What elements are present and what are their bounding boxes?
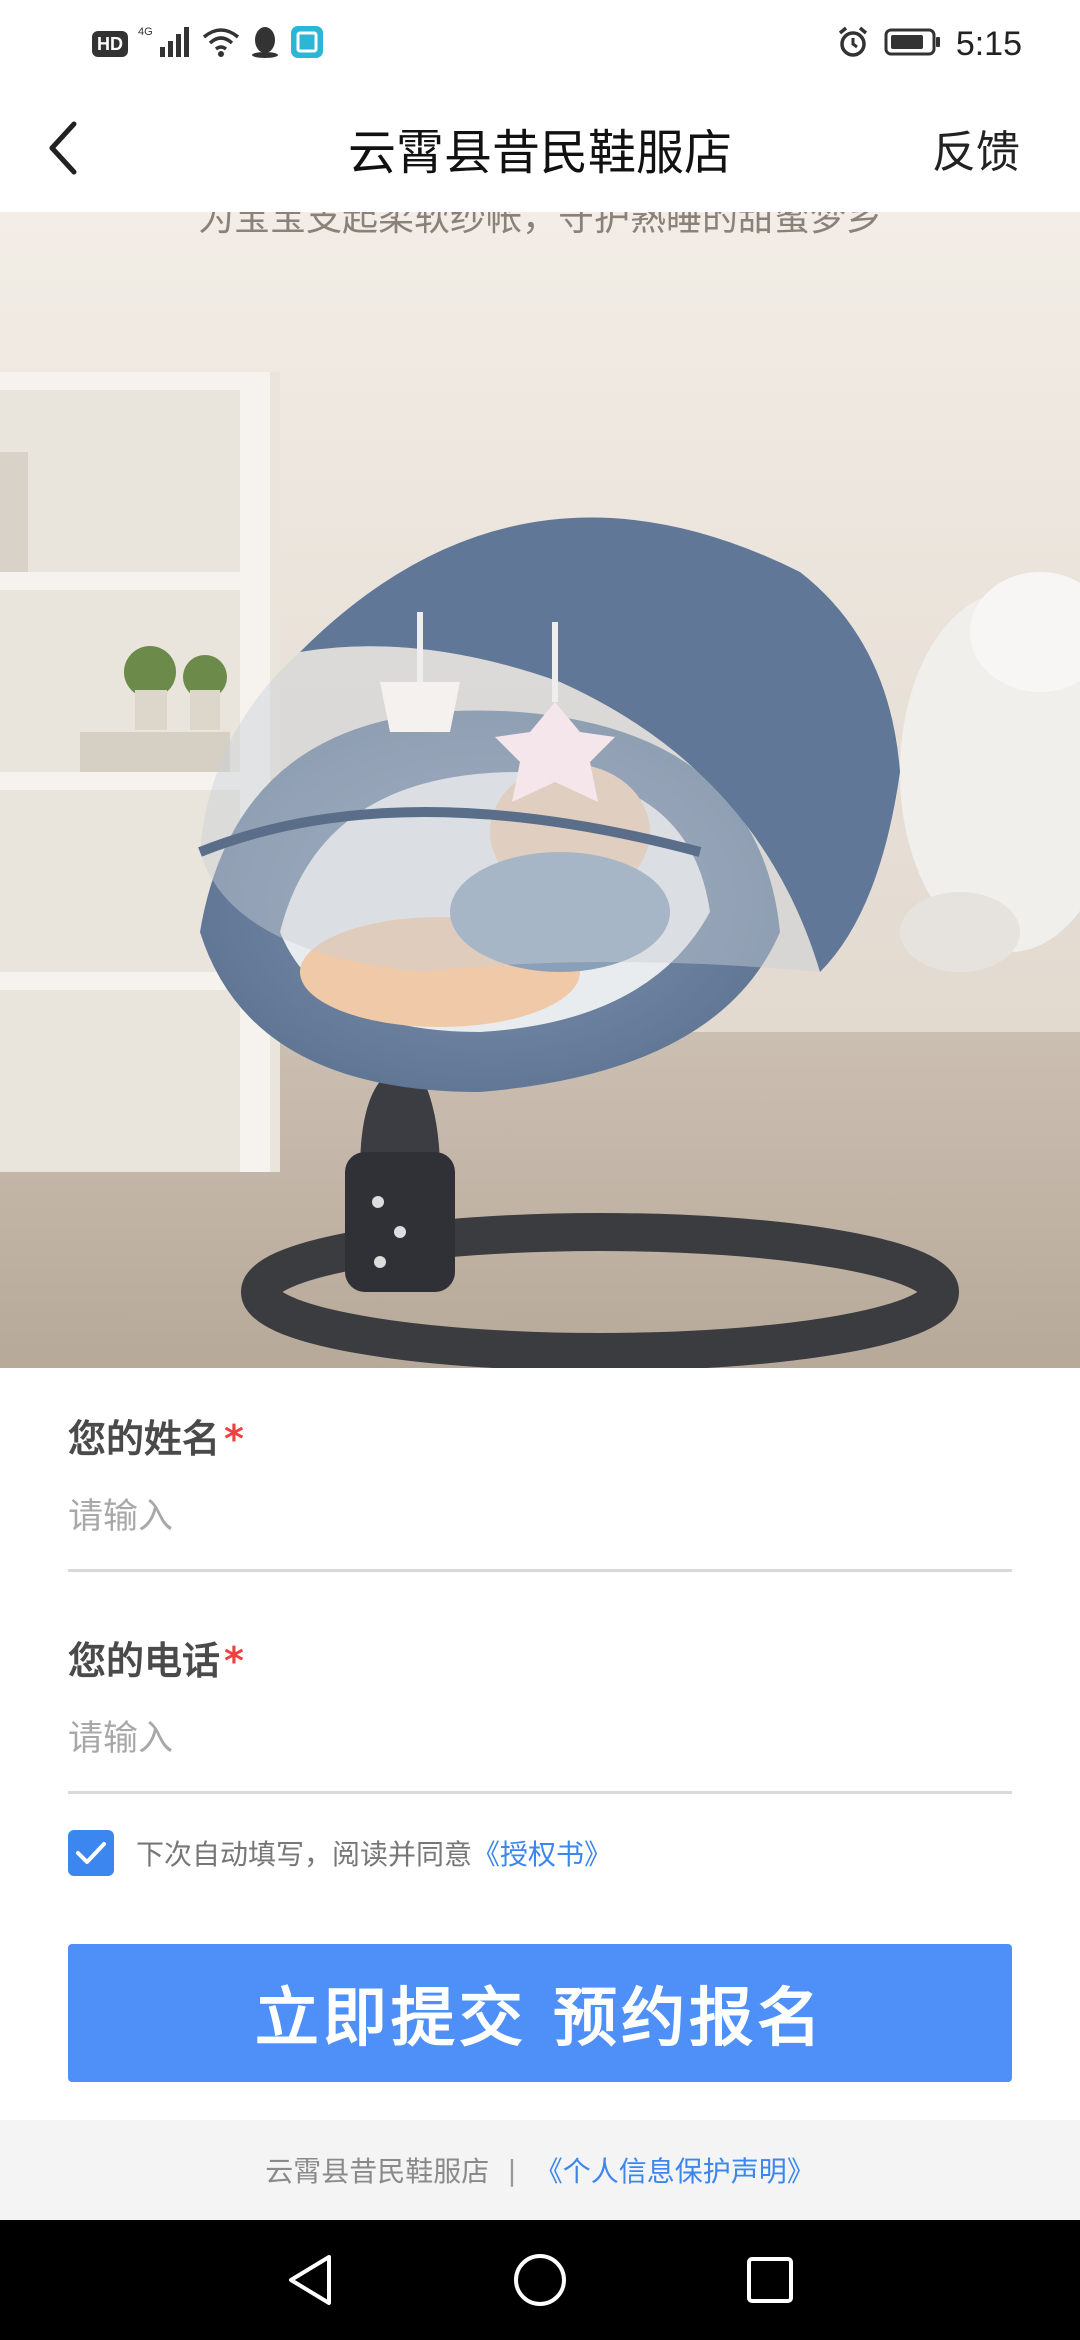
circle-home-icon <box>514 2254 566 2306</box>
status-bar: HD 4G 5:15 <box>0 0 1080 84</box>
signup-form: 您的姓名* 您的电话* 下次自动填写，阅读并同意《授权书》 立即提交 预约报名 <box>0 1368 1080 2120</box>
hero-image: 为宝宝支起柔软纱帐，守护熟睡的甜蜜梦乡 <box>0 212 1080 1368</box>
network-type: 4G <box>138 26 153 38</box>
triangle-back-icon <box>289 2255 331 2305</box>
nav-bar: 云霄县昔民鞋服店 反馈 <box>0 84 1080 212</box>
name-underline <box>68 1569 1012 1572</box>
consent-row: 下次自动填写，阅读并同意《授权书》 <box>68 1828 612 1878</box>
qq-icon <box>250 25 280 63</box>
nav-home-button[interactable] <box>510 2250 570 2310</box>
name-label: 您的姓名 * <box>68 1417 244 1461</box>
square-recents-icon <box>747 2257 793 2303</box>
privacy-statement-link[interactable]: 《个人信息保护声明》 <box>535 2150 815 2190</box>
footer-shop-name: 云霄县昔民鞋服店 <box>265 2155 490 2188</box>
hd-badge: HD <box>92 31 128 57</box>
required-mark: * <box>224 1639 244 1683</box>
consent-checkbox[interactable] <box>68 1830 114 1876</box>
required-mark: * <box>224 1417 244 1461</box>
nav-recents-button[interactable] <box>740 2250 800 2310</box>
alarm-icon <box>836 25 870 63</box>
nav-back-button[interactable] <box>280 2250 340 2310</box>
reader-app-icon <box>290 25 324 63</box>
wifi-icon <box>202 26 240 62</box>
status-icons-left: HD 4G <box>92 22 324 66</box>
phone-underline <box>68 1791 1012 1794</box>
submit-button[interactable]: 立即提交 预约报名 <box>68 1944 1012 2082</box>
consent-text: 下次自动填写，阅读并同意 <box>136 1838 473 1871</box>
page-title: 云霄县昔民鞋服店 <box>347 125 732 181</box>
feedback-button[interactable]: 反馈 <box>932 84 1020 212</box>
checkmark-icon <box>76 1842 106 1864</box>
footer: 云霄县昔民鞋服店 | 《个人信息保护声明》 <box>0 2120 1080 2220</box>
phone-field: 您的电话 * <box>68 1630 1012 1794</box>
footer-separator: | <box>507 2153 517 2187</box>
phone-label: 您的电话 * <box>68 1639 244 1683</box>
banner-caption: 为宝宝支起柔软纱帐，守护熟睡的甜蜜梦乡 <box>198 212 882 239</box>
battery-icon <box>884 27 942 61</box>
status-icons-right: 5:15 <box>836 22 1022 66</box>
clock: 5:15 <box>955 24 1022 63</box>
authorization-link[interactable]: 《授权书》 <box>472 1838 612 1871</box>
name-input[interactable] <box>68 1491 1012 1543</box>
phone-input[interactable] <box>68 1713 1012 1765</box>
signal-icon: 4G <box>138 25 192 63</box>
system-nav-bar <box>0 2220 1080 2340</box>
name-field: 您的姓名 * <box>68 1408 1012 1572</box>
